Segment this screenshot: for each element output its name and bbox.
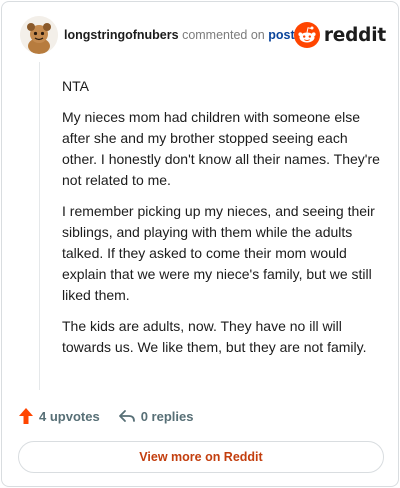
commented-text: commented on bbox=[182, 28, 265, 42]
comment-paragraph: The kids are adults, now. They have no i… bbox=[62, 318, 367, 355]
view-more-on-reddit-button[interactable]: View more on Reddit bbox=[18, 441, 384, 473]
reddit-wordmark: reddit bbox=[323, 24, 386, 46]
author-line: longstringofnubers commented on post bbox=[64, 28, 295, 42]
reddit-logo[interactable]: reddit bbox=[293, 21, 386, 49]
comment-header: longstringofnubers commented on post red… bbox=[20, 16, 386, 56]
reply-arrow-icon bbox=[118, 410, 135, 422]
comment-paragraph: I remember picking up my nieces, and see… bbox=[62, 203, 375, 303]
reply-button[interactable]: 0 replies bbox=[118, 408, 194, 424]
upvote-button[interactable]: 4 upvotes bbox=[18, 407, 100, 425]
post-link[interactable]: post bbox=[268, 28, 294, 42]
reddit-snoo-icon bbox=[293, 22, 320, 48]
user-avatar[interactable] bbox=[20, 16, 58, 54]
comment-paragraph: NTA bbox=[62, 78, 89, 94]
embed-card: longstringofnubers commented on post red… bbox=[1, 1, 399, 487]
reply-count: 0 replies bbox=[140, 408, 194, 424]
thread-line bbox=[39, 62, 40, 390]
username-link[interactable]: longstringofnubers bbox=[64, 28, 179, 42]
comment-paragraph: My nieces mom had children with someone … bbox=[62, 109, 380, 188]
comment-actions: 4 upvotes 0 replies bbox=[18, 405, 193, 427]
avatar-icon bbox=[20, 16, 58, 54]
upvote-count: 4 upvotes bbox=[39, 408, 100, 424]
upvote-arrow-icon bbox=[19, 408, 33, 424]
comment-body: NTA My nieces mom had children with some… bbox=[62, 76, 380, 368]
